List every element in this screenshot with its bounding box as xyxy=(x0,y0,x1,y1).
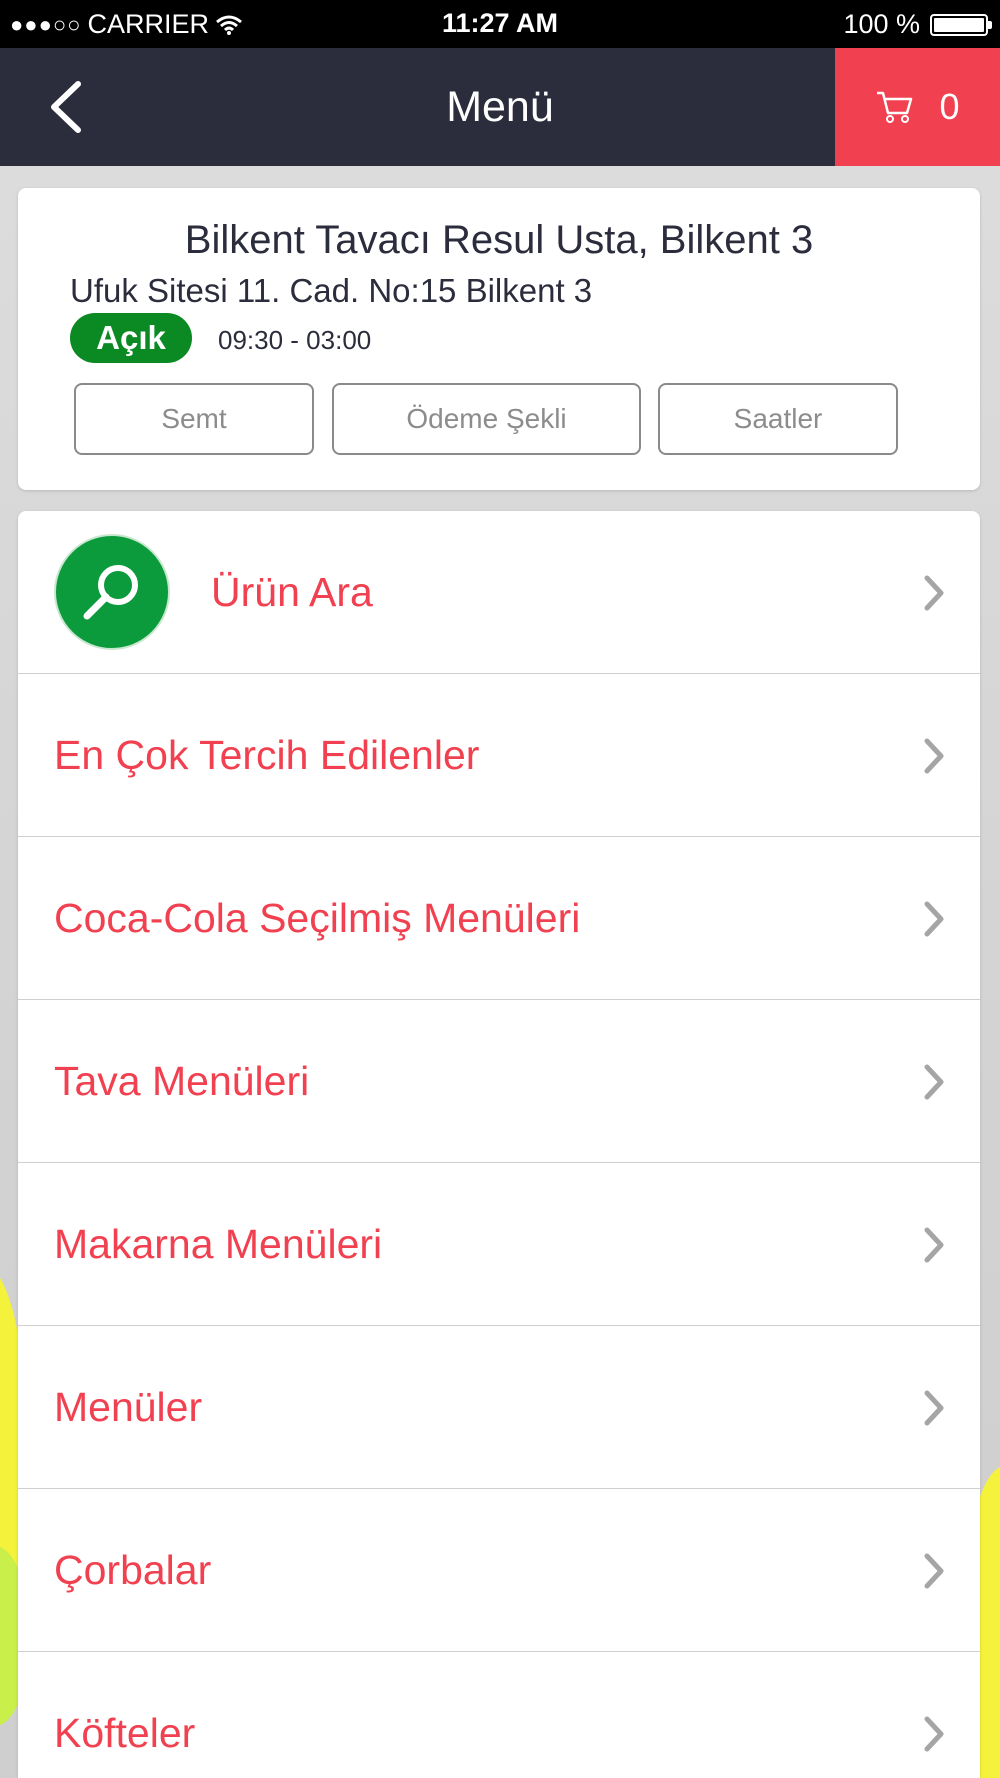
menu-category-item[interactable]: Tava Menüleri xyxy=(18,1000,980,1163)
restaurant-address: Ufuk Sitesi 11. Cad. No:15 Bilkent 3 xyxy=(70,272,593,309)
opening-hours: 09:30 - 03:00 xyxy=(218,325,372,355)
chevron-right-icon xyxy=(924,738,944,774)
battery-icon xyxy=(930,13,992,36)
category-label: Makarna Menüleri xyxy=(54,1221,383,1267)
menu-category-item[interactable]: Çorbalar xyxy=(18,1489,980,1652)
hours-button[interactable]: Saatler xyxy=(658,383,898,455)
search-button-circle xyxy=(54,534,170,650)
menu-category-item[interactable]: En Çok Tercih Edilenler xyxy=(18,674,980,837)
cart-count: 0 xyxy=(939,86,960,127)
battery-percent: 100 % xyxy=(843,9,920,39)
category-label: Tava Menüleri xyxy=(54,1058,310,1104)
cart-icon xyxy=(877,91,913,123)
chevron-right-icon xyxy=(924,1553,944,1589)
menu-category-item[interactable]: Köfteler xyxy=(18,1652,980,1778)
chevron-right-icon xyxy=(924,575,944,611)
menu-category-list: Ürün Ara En Çok Tercih Edilenler Coca-Co… xyxy=(18,511,980,1778)
chevron-right-icon xyxy=(924,901,944,937)
open-status-badge: Açık xyxy=(70,313,192,363)
menu-category-item[interactable]: Makarna Menüleri xyxy=(18,1163,980,1326)
category-label: En Çok Tercih Edilenler xyxy=(54,732,480,778)
menu-category-item[interactable]: Coca-Cola Seçilmiş Menüleri xyxy=(18,837,980,1000)
category-label: Çorbalar xyxy=(54,1547,212,1593)
menu-category-item[interactable]: Menüler xyxy=(18,1326,980,1489)
cart-button[interactable]: 0 xyxy=(835,48,1000,166)
chevron-right-icon xyxy=(924,1064,944,1100)
search-icon xyxy=(83,565,138,620)
product-search-label: Ürün Ara xyxy=(211,569,373,615)
chevron-right-icon xyxy=(924,1716,944,1752)
product-search-item[interactable]: Ürün Ara xyxy=(18,511,980,674)
restaurant-info-card: Bilkent Tavacı Resul Usta, Bilkent 3 Ufu… xyxy=(18,188,980,490)
status-bar: ●●●○○ CARRIER 11:27 AM 100 % xyxy=(0,0,1000,48)
payment-method-button[interactable]: Ödeme Şekli xyxy=(332,383,641,455)
nav-bar: Menü 0 xyxy=(0,48,1000,166)
restaurant-name: Bilkent Tavacı Resul Usta, Bilkent 3 xyxy=(184,218,814,262)
category-label: Menüler xyxy=(54,1384,203,1430)
district-button[interactable]: Semt xyxy=(74,383,314,455)
chevron-right-icon xyxy=(924,1227,944,1263)
category-label: Köfteler xyxy=(54,1710,196,1756)
chevron-right-icon xyxy=(924,1390,944,1426)
category-label: Coca-Cola Seçilmiş Menüleri xyxy=(54,895,581,941)
